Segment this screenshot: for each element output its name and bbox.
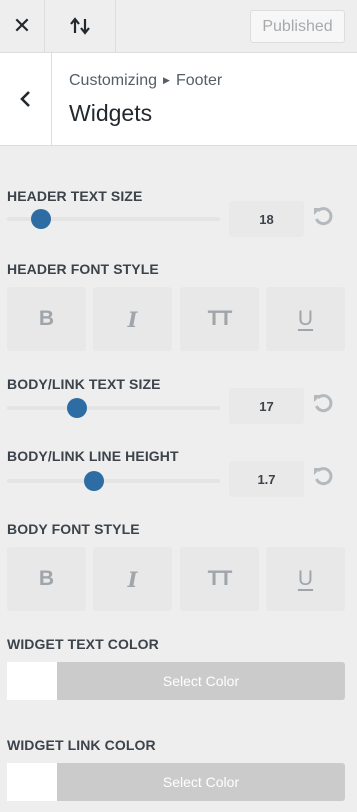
widget-text-select-color-button[interactable]: Select Color: [57, 662, 345, 700]
breadcrumb: Customizing ▶ Footer: [69, 72, 222, 90]
widget-link-select-color-button[interactable]: Select Color: [57, 763, 345, 801]
reset-icon: [314, 467, 333, 486]
body-text-size-reset[interactable]: [311, 391, 335, 415]
close-button[interactable]: ✕: [0, 0, 45, 52]
body-text-size-value[interactable]: 17: [229, 388, 304, 424]
body-line-height-value[interactable]: 1.7: [229, 461, 304, 497]
slider-handle[interactable]: [67, 398, 88, 418]
reset-icon: [314, 207, 333, 226]
header-text-size-reset[interactable]: [311, 204, 335, 228]
body-font-style-label: BODY FONT STYLE: [7, 521, 140, 537]
body-line-height-slider[interactable]: [7, 471, 220, 491]
body-line-height-reset[interactable]: [311, 464, 335, 488]
body-text-size-label: BODY/LINK TEXT SIZE: [7, 376, 161, 392]
customizer-topbar: ✕ Published: [0, 0, 357, 53]
reorder-button[interactable]: [45, 0, 116, 52]
body-line-height-label: BODY/LINK LINE HEIGHT: [7, 448, 179, 464]
widget-link-color-swatch[interactable]: [7, 763, 57, 801]
body-uppercase-button[interactable]: TT: [180, 547, 259, 611]
chevron-left-icon: [19, 91, 30, 107]
body-bold-button[interactable]: B: [7, 547, 86, 611]
header-bold-button[interactable]: B: [7, 287, 86, 351]
header-underline-button[interactable]: U: [266, 287, 345, 351]
header-uppercase-button[interactable]: TT: [180, 287, 259, 351]
back-button[interactable]: [0, 53, 52, 145]
body-underline-button[interactable]: U: [266, 547, 345, 611]
reorder-arrows-icon: [70, 17, 90, 35]
header-text-size-label: HEADER TEXT SIZE: [7, 188, 143, 204]
publish-button[interactable]: Published: [250, 10, 345, 43]
section-title: Widgets: [69, 100, 153, 126]
widget-text-color-swatch[interactable]: [7, 662, 57, 700]
header-text-size-value[interactable]: 18: [229, 201, 304, 237]
section-header: Customizing ▶ Footer Widgets: [0, 53, 357, 146]
breadcrumb-child: Footer: [175, 72, 223, 89]
header-font-style-label: HEADER FONT STYLE: [7, 261, 159, 277]
reset-icon: [314, 394, 333, 413]
breadcrumb-root: Customizing: [69, 72, 158, 89]
breadcrumb-arrow-icon: ▶: [163, 75, 170, 85]
body-italic-button[interactable]: I: [93, 547, 172, 611]
slider-handle[interactable]: [84, 471, 105, 491]
header-text-size-slider[interactable]: [7, 209, 220, 229]
widget-text-color-label: WIDGET TEXT COLOR: [7, 636, 159, 652]
widget-link-color-label: WIDGET LINK COLOR: [7, 737, 156, 753]
body-text-size-slider[interactable]: [7, 398, 220, 418]
slider-handle[interactable]: [31, 209, 52, 229]
header-italic-button[interactable]: I: [93, 287, 172, 351]
close-icon: ✕: [12, 13, 32, 38]
